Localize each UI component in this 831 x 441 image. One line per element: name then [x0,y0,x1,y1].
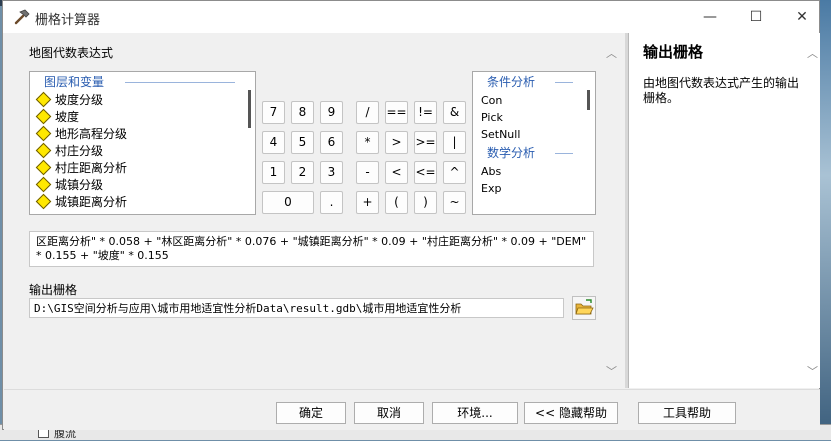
hide-help-button[interactable]: << 隐藏帮助 [524,402,618,424]
output-raster-field[interactable]: D:\GIS空间分析与应用\城市用地适宜性分析Data\result.gdb\城… [29,298,564,318]
math-group-header: 数学分析 [473,143,595,163]
function-item-con[interactable]: Con [473,92,595,109]
minimize-button[interactable]: — [687,1,733,33]
variable-label: 城镇分级 [55,178,104,192]
layers-variables-list[interactable]: 图层和变量 坡度分级 坡度 地形高程分级 村庄分级 村庄距离分析 城镇分级 城镇… [29,71,256,215]
raster-layer-icon [35,193,52,210]
variable-item[interactable]: 地形高程分级 [30,125,255,143]
hammer-icon [14,9,30,25]
key-decimal[interactable]: . [320,191,343,214]
help-scroll-down-icon[interactable]: ﹀ [807,363,818,379]
parameters-panel: 地图代数表达式 ︿ 图层和变量 坡度分级 坡度 地形高程分级 村庄分级 村庄距离… [4,33,624,387]
key-4[interactable]: 4 [262,131,285,154]
function-item-setnull[interactable]: SetNull [473,126,595,143]
key-multiply[interactable]: * [356,131,379,154]
key-less-equal[interactable]: <= [414,161,437,184]
key-xor[interactable]: ^ [443,161,466,184]
key-8[interactable]: 8 [291,101,314,124]
variable-item[interactable]: 坡度分级 [30,91,255,109]
dialog-button-bar: 确定 取消 环境... << 隐藏帮助 工具帮助 [4,389,820,430]
variable-item[interactable]: 城镇分级 [30,176,255,194]
key-6[interactable]: 6 [320,131,343,154]
tool-help-button[interactable]: 工具帮助 [638,402,736,424]
key-divide[interactable]: / [356,101,379,124]
variable-item[interactable]: 城镇距离分析 [30,193,255,211]
raster-calculator-dialog: 栅格计算器 — ☐ ✕ 地图代数表达式 ︿ 图层和变量 坡度分级 坡度 地形高程… [2,0,820,430]
functions-list[interactable]: 条件分析 Con Pick SetNull 数学分析 Abs Exp [472,71,596,215]
raster-layer-icon [35,176,52,193]
key-greater[interactable]: > [385,131,408,154]
panel-scroll-up-icon[interactable]: ︿ [606,45,617,61]
window-title: 栅格计算器 [35,13,101,28]
maximize-button[interactable]: ☐ [733,1,779,33]
variable-label: 坡度 [55,110,80,124]
key-less[interactable]: < [385,161,408,184]
key-0[interactable]: 0 [262,191,314,214]
key-close-paren[interactable]: ) [414,191,437,214]
raster-layer-icon [35,142,52,159]
ok-button[interactable]: 确定 [276,402,346,424]
variable-label: 村庄距离分析 [55,161,128,175]
raster-layer-icon [35,159,52,176]
expression-label: 地图代数表达式 [29,46,114,60]
conditional-group-label: 条件分析 [487,75,536,89]
variable-label: 村庄分级 [55,144,104,158]
group-divider [555,82,573,83]
variable-item[interactable]: 坡度 [30,108,255,126]
key-1[interactable]: 1 [262,161,285,184]
group-divider [555,153,573,154]
key-not-equal[interactable]: != [414,101,437,124]
function-item-abs[interactable]: Abs [473,163,595,180]
key-7[interactable]: 7 [262,101,285,124]
folder-open-icon[interactable] [572,296,596,320]
functions-scrollbar[interactable] [587,90,590,110]
group-divider [125,82,235,83]
raster-layer-icon [35,91,52,108]
variables-group-header: 图层和变量 [30,72,255,92]
function-item-pick[interactable]: Pick [473,109,595,126]
key-plus[interactable]: + [356,191,379,214]
title-bar: 栅格计算器 — ☐ ✕ [3,1,819,33]
variable-label: 城镇距离分析 [55,195,128,209]
key-not[interactable]: ~ [443,191,466,214]
variables-group-label: 图层和变量 [44,75,105,89]
help-text: 由地图代数表达式产生的输出栅格。 [643,76,800,105]
key-and[interactable]: & [443,101,466,124]
environments-button[interactable]: 环境... [432,402,518,424]
output-raster-label: 输出栅格 [29,283,78,297]
variable-item[interactable]: 村庄分级 [30,142,255,160]
math-group-label: 数学分析 [487,146,536,160]
key-9[interactable]: 9 [320,101,343,124]
panel-scroll-down-icon[interactable]: ﹀ [606,363,617,379]
key-3[interactable]: 3 [320,161,343,184]
expression-input[interactable]: 区距离分析" * 0.058 + "林区距离分析" * 0.076 + "城镇距… [29,231,594,267]
desktop-background-right [820,0,831,439]
close-button[interactable]: ✕ [779,1,825,33]
cancel-button[interactable]: 取消 [354,402,424,424]
key-minus[interactable]: - [356,161,379,184]
variable-label: 坡度分级 [55,93,104,107]
raster-layer-icon [35,108,52,125]
help-title: 输出栅格 [643,43,704,61]
raster-layer-icon [35,125,52,142]
help-scroll-up-icon[interactable]: ︿ [807,45,818,61]
key-or[interactable]: | [443,131,466,154]
key-equal[interactable]: == [385,101,408,124]
variables-scrollbar[interactable] [248,90,251,128]
function-item-exp[interactable]: Exp [473,180,595,197]
key-greater-equal[interactable]: >= [414,131,437,154]
key-2[interactable]: 2 [291,161,314,184]
key-5[interactable]: 5 [291,131,314,154]
variable-item[interactable]: 村庄距离分析 [30,159,255,177]
help-panel: 输出栅格 ︿ 由地图代数表达式产生的输出栅格。 ﹀ [628,33,820,388]
key-open-paren[interactable]: ( [385,191,408,214]
conditional-group-header: 条件分析 [473,72,595,92]
variable-label: 地形高程分级 [55,127,128,141]
